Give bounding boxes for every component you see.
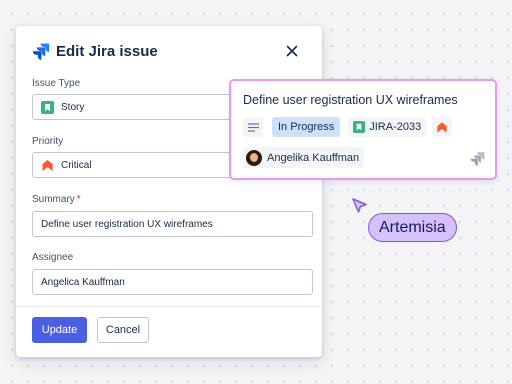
card-title: Define user registration UX wireframes <box>243 93 458 107</box>
avatar <box>246 149 262 166</box>
dialog-title: Edit Jira issue <box>56 42 158 60</box>
dialog-footer-divider <box>16 306 322 307</box>
priority-label: Priority <box>32 136 64 147</box>
card-assignee-name: Angelika Kauffman <box>267 151 360 164</box>
critical-priority-icon <box>42 159 53 171</box>
close-button[interactable] <box>282 41 302 61</box>
cancel-button[interactable]: Cancel <box>97 317 149 343</box>
close-icon <box>286 45 298 57</box>
card-meta-row: In Progress JIRA-2033 <box>243 117 453 137</box>
priority-value: Critical <box>61 159 92 171</box>
summary-value: Define user registration UX wireframes <box>41 218 213 230</box>
issue-type-label: Issue Type <box>32 78 81 89</box>
collaborator-cursor-icon <box>352 198 367 213</box>
summary-label: Summary * <box>32 194 81 205</box>
jira-logo-icon <box>32 43 50 60</box>
issue-key: JIRA-2033 <box>369 121 422 133</box>
priority-chip <box>432 117 453 137</box>
status-badge[interactable]: In Progress <box>272 117 341 137</box>
summary-label-text: Summary <box>32 194 75 205</box>
dialog-header: Edit Jira issue <box>32 40 308 62</box>
issue-type-select[interactable]: Story <box>32 94 241 120</box>
update-button[interactable]: Update <box>32 317 87 343</box>
assignee-label: Assignee <box>32 252 74 263</box>
edit-issue-dialog: Edit Jira issue Issue Type Story Priorit… <box>16 26 322 357</box>
issue-key-chip[interactable]: JIRA-2033 <box>348 117 427 137</box>
required-indicator: * <box>76 194 81 205</box>
description-menu-icon[interactable] <box>243 117 263 137</box>
priority-select[interactable]: Critical <box>32 152 241 178</box>
card-assignee-chip[interactable]: Angelika Kauffman <box>243 147 365 168</box>
jira-icon <box>470 152 485 166</box>
lines-icon <box>247 122 259 132</box>
collaborator-name-tag: Artemisia <box>368 213 457 242</box>
story-icon <box>353 121 366 133</box>
issue-preview-card[interactable]: Define user registration UX wireframes I… <box>229 79 497 180</box>
assignee-value: Angelica Kauffman <box>41 276 125 288</box>
summary-input[interactable]: Define user registration UX wireframes <box>32 211 313 237</box>
story-icon <box>41 100 54 114</box>
assignee-input[interactable]: Angelica Kauffman <box>32 269 313 295</box>
critical-priority-icon <box>437 121 447 133</box>
issue-type-value: Story <box>61 101 85 113</box>
